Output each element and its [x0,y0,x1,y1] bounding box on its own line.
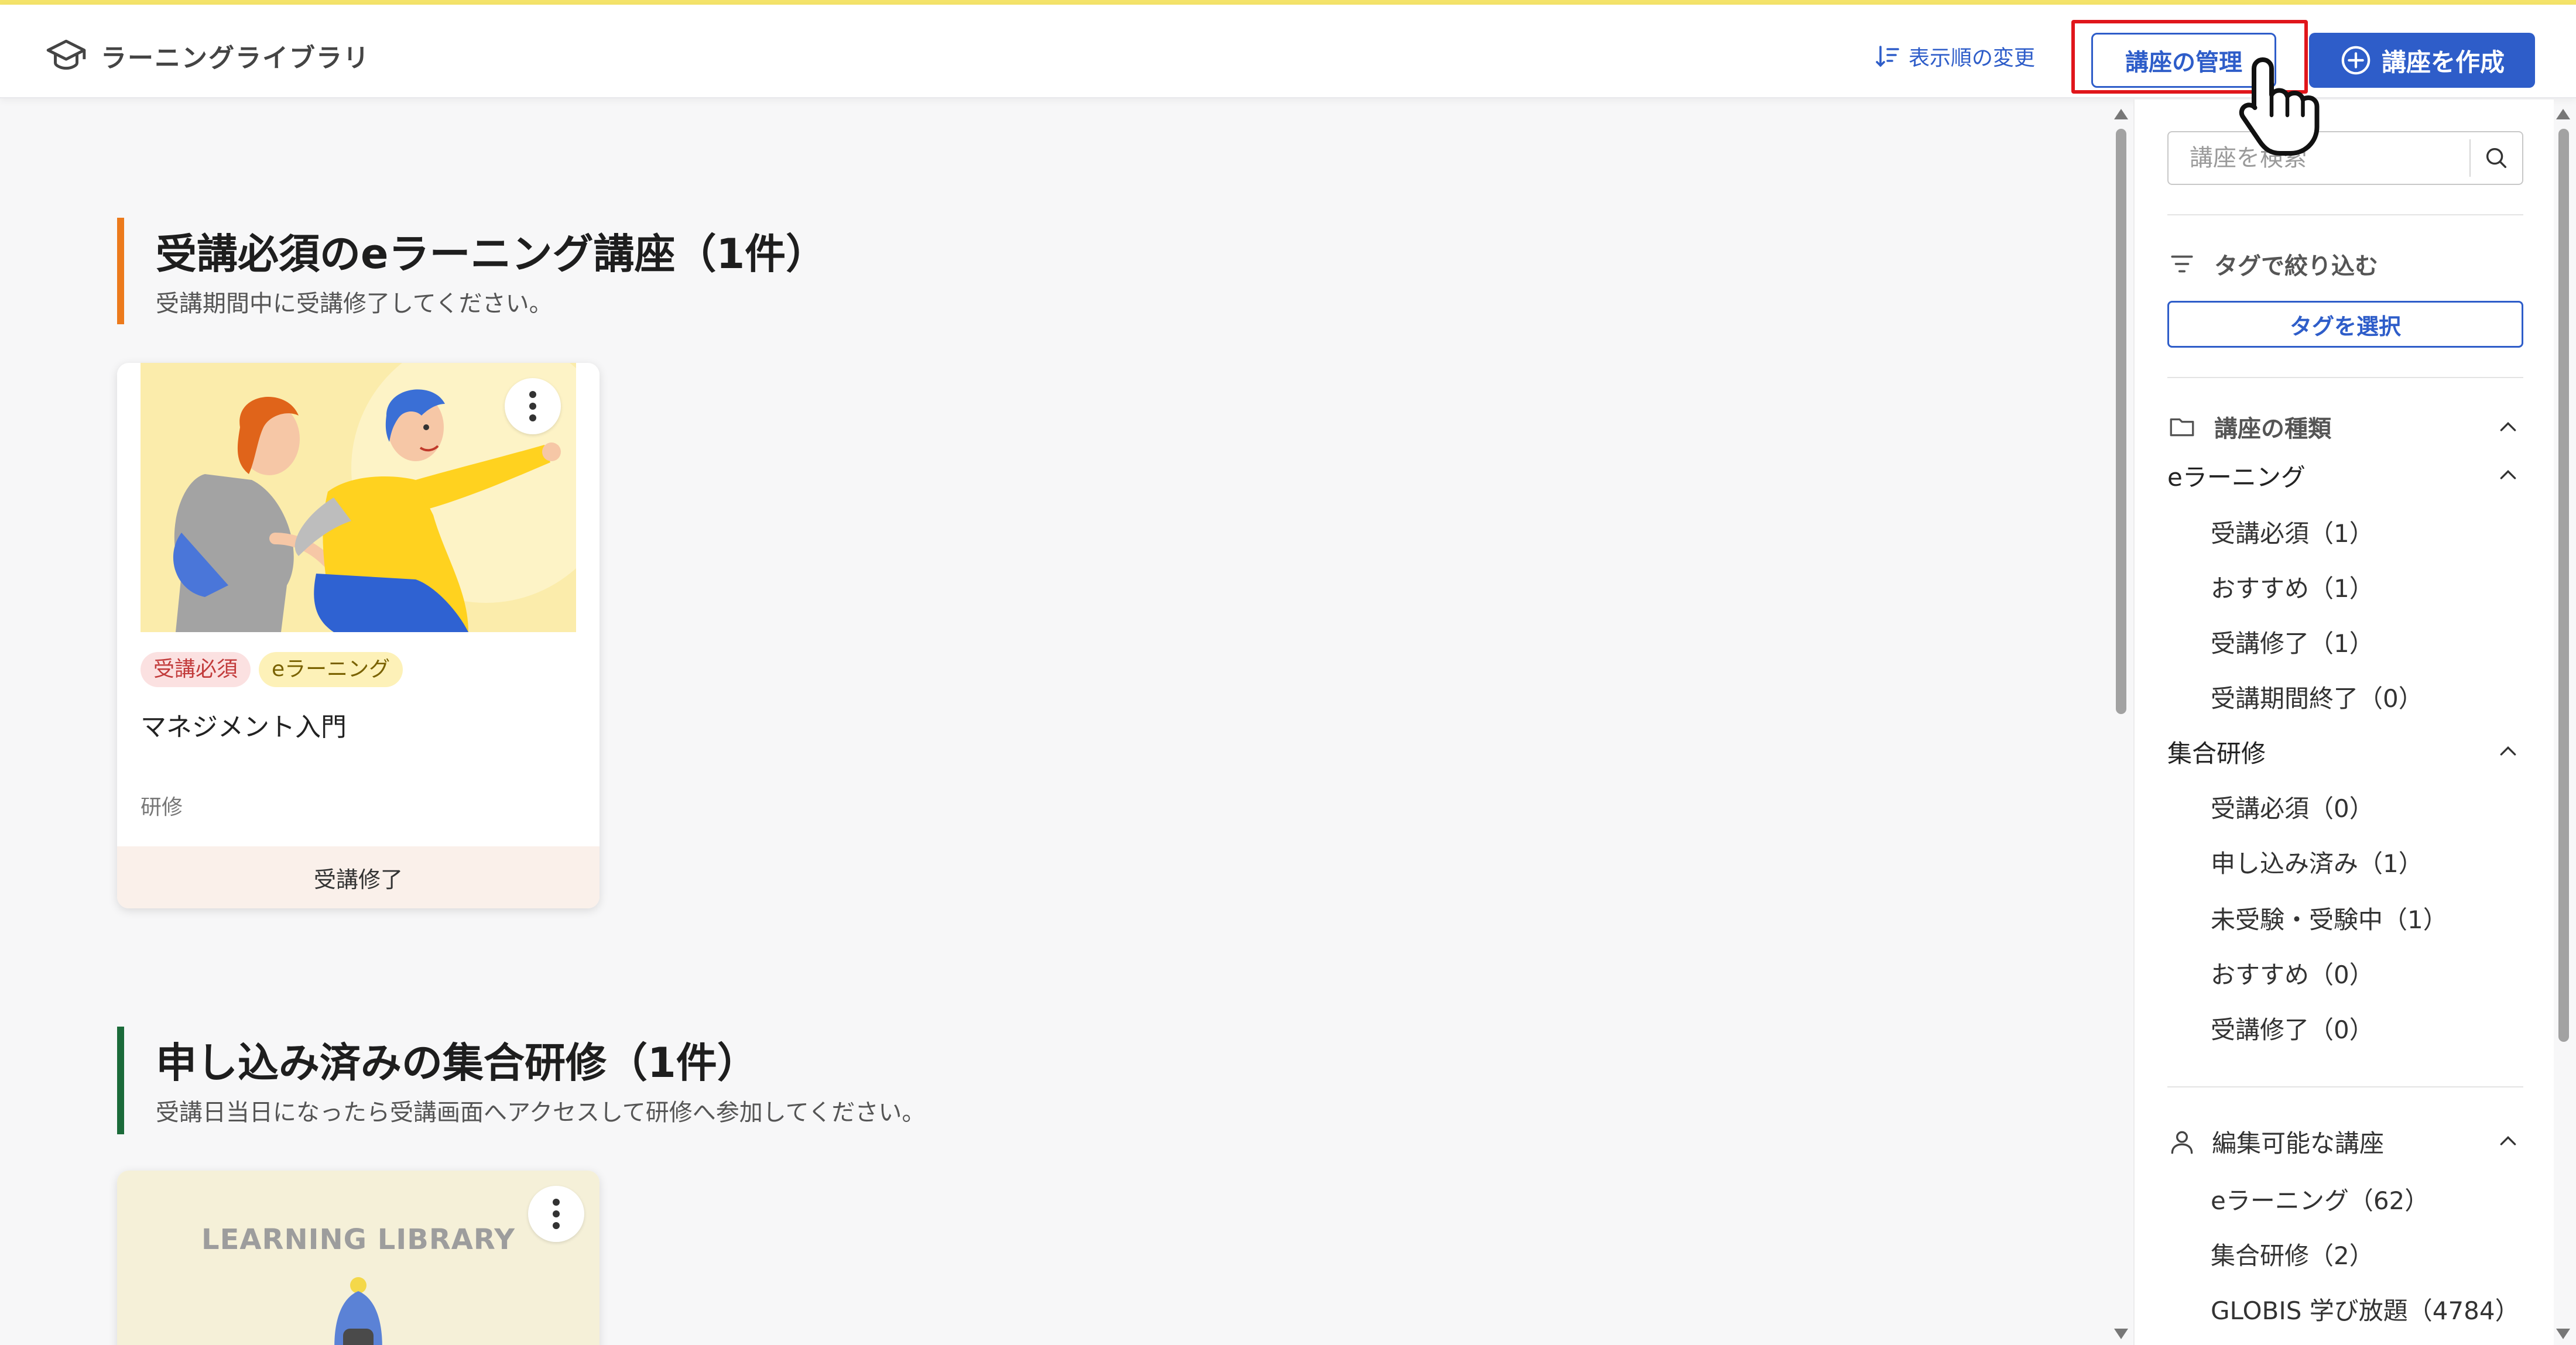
card-tags: 受講必須 eラーニング [141,652,411,687]
course-illustration [141,363,600,632]
main-scroll-up-icon[interactable] [2114,109,2128,119]
sidebar-scroll-down-icon[interactable] [2556,1329,2570,1339]
section-title: 申し込み済みの集合研修（1件） [156,1039,758,1087]
chevron-up-icon[interactable] [2496,464,2520,487]
course-card[interactable]: LEARNING LIBRARY [117,1171,600,1345]
group-training-filter-item[interactable]: 受講必須（0） [2211,789,2374,825]
plus-circle-icon [2341,46,2371,75]
hand-cursor-icon [2239,57,2320,156]
section-accent-bar [117,218,124,324]
main-scroll-down-icon[interactable] [2114,1329,2128,1339]
app-header: ラーニングライブラリ 表示順の変更 講座の管理 講座を作成 [0,5,2576,98]
user-icon [2171,1131,2193,1154]
sidebar-scroll-up-icon[interactable] [2556,109,2570,119]
tag-elearning: eラーニング [259,652,403,687]
sidebar-scroll-thumb[interactable] [2558,129,2569,1042]
course-status: 受講修了 [117,846,600,908]
elearning-filter-item[interactable]: 受講必須（1） [2211,514,2374,550]
filter-sidebar: タグで絞り込む タグを選択 講座の種類 eラーニング 受講必須（1） おすすめ（… [2133,99,2554,1345]
sidebar-divider [2167,214,2523,215]
elearning-filter-item[interactable]: 受講修了（1） [2211,624,2374,660]
group-training-filter-item[interactable]: 申し込み済み（1） [2211,844,2423,880]
search-button[interactable] [2469,139,2522,177]
elearning-filter-item[interactable]: 受講期間終了（0） [2211,679,2423,715]
folder-icon [2170,418,2194,437]
more-vertical-icon [553,1199,560,1229]
section-title: 受講必須のeラーニング講座（1件） [156,230,827,278]
brand-title: ラーニングライブラリ [101,43,370,73]
editable-courses-label: 編集可能な講座 [2212,1129,2385,1158]
group-training-filter-item[interactable]: 未受験・受験中（1） [2211,900,2448,936]
elearning-category[interactable]: eラーニング [2167,458,2306,493]
course-category: 研修 [141,795,183,819]
course-search [2167,131,2523,185]
card-more-button[interactable] [528,1186,584,1242]
sort-order-button[interactable]: 表示順の変更 [1873,41,2035,71]
sidebar-divider [2167,377,2523,378]
chevron-up-icon[interactable] [2496,740,2520,763]
elearning-filter-item[interactable]: おすすめ（1） [2211,569,2374,605]
course-type-heading[interactable]: 講座の種類 [2167,410,2331,444]
sidebar-divider [2167,1086,2523,1087]
tag-filter-label: タグで絞り込む [2214,253,2378,280]
card-more-button[interactable] [505,378,561,434]
sort-order-label: 表示順の変更 [1909,46,2036,70]
top-accent-line [0,0,2576,5]
brand[interactable]: ラーニングライブラリ [44,34,370,77]
course-type-label: 講座の種類 [2214,416,2331,442]
group-training-category[interactable]: 集合研修 [2167,734,2266,770]
chevron-up-icon[interactable] [2496,416,2520,439]
section-accent-bar [117,1027,124,1134]
group-training-filter-item[interactable]: 受講修了（0） [2211,1010,2374,1046]
editable-filter-item[interactable]: eラーニング（62） [2211,1181,2429,1217]
editable-courses-heading[interactable]: 編集可能な講座 [2167,1124,2384,1159]
course-card[interactable]: 受講必須 eラーニング マネジメント入門 研修 受講修了 [117,363,600,908]
robot-icon [334,1277,382,1345]
filter-icon [2171,255,2193,273]
more-vertical-icon [529,391,536,421]
section-subtitle: 受講日当日になったら受講画面へアクセスして研修へ参加してください。 [156,1099,926,1126]
create-course-button[interactable]: 講座を作成 [2309,33,2535,88]
chevron-up-icon[interactable] [2496,1130,2520,1153]
editable-filter-item[interactable]: 集合研修（2） [2211,1236,2374,1272]
main-scroll-thumb[interactable] [2116,129,2126,714]
course-title: マネジメント入門 [141,712,347,742]
graduation-cap-icon [46,39,86,70]
placeholder-image-text: LEARNING LIBRARY [201,1223,516,1256]
tag-filter-heading: タグで絞り込む [2167,247,2378,281]
tag-required: 受講必須 [141,652,251,687]
section-subtitle: 受講期間中に受講修了してください。 [156,290,553,317]
editable-filter-item[interactable]: GLOBIS 学び放題（4784） [2211,1291,2520,1327]
select-tags-button[interactable]: タグを選択 [2167,301,2523,348]
search-icon [2486,147,2507,169]
group-training-filter-item[interactable]: おすすめ（0） [2211,955,2374,991]
sort-icon [1876,46,1899,67]
create-course-label: 講座を作成 [2381,47,2505,77]
course-placeholder-image: LEARNING LIBRARY [117,1171,600,1345]
